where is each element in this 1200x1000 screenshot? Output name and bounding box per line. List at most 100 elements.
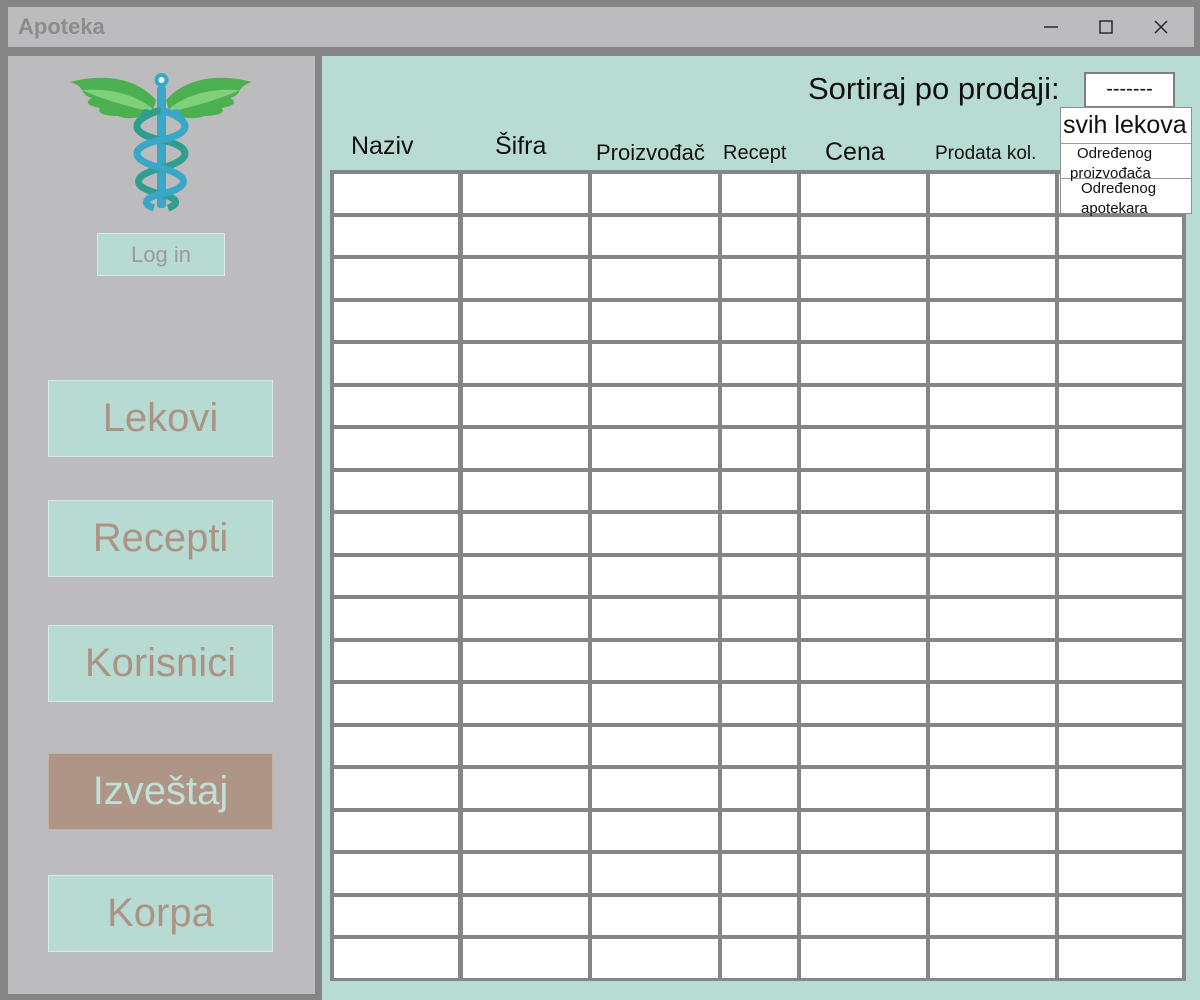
table-cell[interactable] <box>463 301 588 340</box>
table-cell[interactable] <box>1059 769 1182 808</box>
table-cell[interactable] <box>592 599 718 638</box>
nav-button-korpa[interactable]: Korpa <box>48 875 273 952</box>
table-cell[interactable] <box>463 174 588 213</box>
nav-button-lekovi[interactable]: Lekovi <box>48 380 273 457</box>
table-cell[interactable] <box>722 301 797 340</box>
table-cell[interactable] <box>801 386 926 425</box>
table-cell[interactable] <box>592 556 718 595</box>
table-cell[interactable] <box>1059 514 1182 553</box>
table-cell[interactable] <box>722 429 797 468</box>
table-cell[interactable] <box>1059 641 1182 680</box>
table-cell[interactable] <box>930 896 1055 935</box>
table-cell[interactable] <box>1059 896 1182 935</box>
table-cell[interactable] <box>801 939 926 978</box>
table-cell[interactable] <box>722 556 797 595</box>
table-cell[interactable] <box>334 429 458 468</box>
table-cell[interactable] <box>722 471 797 510</box>
table-cell[interactable] <box>930 811 1055 850</box>
table-cell[interactable] <box>334 684 458 723</box>
nav-button-izvestaj[interactable]: Izveštaj <box>48 753 273 830</box>
table-cell[interactable] <box>930 854 1055 893</box>
table-cell[interactable] <box>592 429 718 468</box>
table-cell[interactable] <box>463 726 588 765</box>
table-cell[interactable] <box>334 301 458 340</box>
table-cell[interactable] <box>1059 811 1182 850</box>
table-cell[interactable] <box>334 641 458 680</box>
table-cell[interactable] <box>592 514 718 553</box>
table-cell[interactable] <box>592 216 718 255</box>
table-cell[interactable] <box>334 599 458 638</box>
login-button[interactable]: Log in <box>97 233 225 276</box>
table-cell[interactable] <box>722 344 797 383</box>
table-cell[interactable] <box>930 726 1055 765</box>
table-cell[interactable] <box>1059 344 1182 383</box>
table-cell[interactable] <box>334 939 458 978</box>
table-cell[interactable] <box>334 259 458 298</box>
table-cell[interactable] <box>930 301 1055 340</box>
table-cell[interactable] <box>722 514 797 553</box>
close-button[interactable] <box>1136 7 1186 47</box>
table-cell[interactable] <box>930 684 1055 723</box>
table-cell[interactable] <box>334 556 458 595</box>
sort-select[interactable]: ------- <box>1084 72 1175 108</box>
sort-option-svih-lekova[interactable]: svih lekova <box>1061 108 1191 144</box>
table-cell[interactable] <box>463 599 588 638</box>
table-cell[interactable] <box>334 174 458 213</box>
table-cell[interactable] <box>334 726 458 765</box>
table-cell[interactable] <box>930 174 1055 213</box>
table-cell[interactable] <box>592 471 718 510</box>
sort-option-proizvodjaca[interactable]: Određenog proizvođača <box>1061 144 1191 182</box>
table-cell[interactable] <box>463 429 588 468</box>
table-cell[interactable] <box>463 641 588 680</box>
table-cell[interactable] <box>463 939 588 978</box>
table-cell[interactable] <box>463 514 588 553</box>
table-cell[interactable] <box>334 854 458 893</box>
table-cell[interactable] <box>930 429 1055 468</box>
table-cell[interactable] <box>801 174 926 213</box>
table-cell[interactable] <box>930 259 1055 298</box>
table-cell[interactable] <box>930 514 1055 553</box>
table-cell[interactable] <box>1059 216 1182 255</box>
table-cell[interactable] <box>801 344 926 383</box>
table-cell[interactable] <box>463 811 588 850</box>
table-cell[interactable] <box>801 599 926 638</box>
table-cell[interactable] <box>1059 556 1182 595</box>
table-cell[interactable] <box>334 769 458 808</box>
table-cell[interactable] <box>334 216 458 255</box>
table-cell[interactable] <box>334 514 458 553</box>
table-cell[interactable] <box>722 599 797 638</box>
table-cell[interactable] <box>334 811 458 850</box>
table-cell[interactable] <box>930 344 1055 383</box>
table-cell[interactable] <box>930 599 1055 638</box>
table-cell[interactable] <box>592 641 718 680</box>
minimize-button[interactable] <box>1026 7 1076 47</box>
table-cell[interactable] <box>722 216 797 255</box>
table-cell[interactable] <box>722 259 797 298</box>
table-cell[interactable] <box>334 896 458 935</box>
table-cell[interactable] <box>1059 386 1182 425</box>
table-cell[interactable] <box>463 386 588 425</box>
table-cell[interactable] <box>930 939 1055 978</box>
table-cell[interactable] <box>801 769 926 808</box>
table-cell[interactable] <box>801 301 926 340</box>
table-cell[interactable] <box>334 386 458 425</box>
table-cell[interactable] <box>592 344 718 383</box>
table-cell[interactable] <box>463 259 588 298</box>
table-cell[interactable] <box>930 386 1055 425</box>
table-cell[interactable] <box>801 641 926 680</box>
table-cell[interactable] <box>801 259 926 298</box>
table-cell[interactable] <box>592 259 718 298</box>
table-cell[interactable] <box>463 769 588 808</box>
table-cell[interactable] <box>722 726 797 765</box>
table-cell[interactable] <box>722 939 797 978</box>
table-cell[interactable] <box>930 641 1055 680</box>
table-cell[interactable] <box>1059 301 1182 340</box>
table-cell[interactable] <box>463 471 588 510</box>
table-cell[interactable] <box>592 726 718 765</box>
table-cell[interactable] <box>1059 726 1182 765</box>
table-cell[interactable] <box>722 386 797 425</box>
table-cell[interactable] <box>801 854 926 893</box>
table-cell[interactable] <box>463 216 588 255</box>
table-cell[interactable] <box>801 896 926 935</box>
table-cell[interactable] <box>463 854 588 893</box>
